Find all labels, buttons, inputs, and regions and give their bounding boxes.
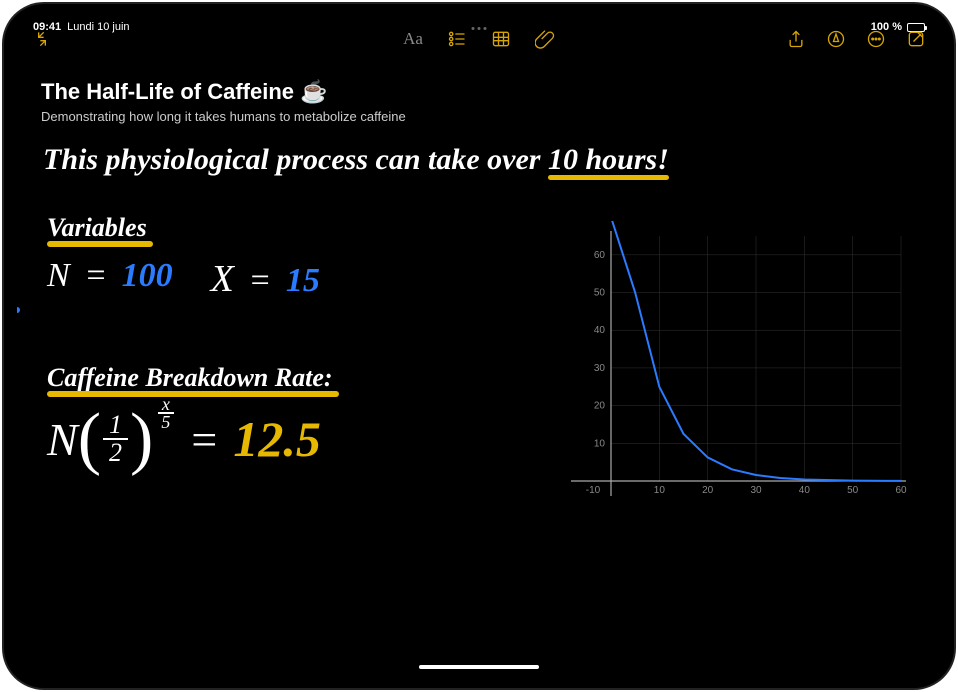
svg-text:-10: -10 [586, 485, 601, 496]
svg-text:50: 50 [594, 288, 606, 299]
formula: N ( 1 2 ) x 5 = 12.5 [47, 409, 333, 469]
var-n-value: 100 [122, 257, 173, 294]
svg-text:30: 30 [594, 363, 606, 374]
note-subtitle: Demonstrating how long it takes humans t… [41, 109, 917, 124]
note-canvas[interactable]: The Half-Life of Caffeine ☕ Demonstratin… [17, 43, 941, 651]
svg-text:60: 60 [594, 250, 606, 261]
handwriting-headline: This physiological process can take over… [43, 143, 669, 177]
svg-text:40: 40 [799, 485, 811, 496]
screen: 09:41 Lundi 10 juin 100 % [17, 17, 941, 675]
var-x-value: 15 [286, 262, 320, 299]
formula-result: 12.5 [233, 410, 321, 468]
status-date: Lundi 10 juin [67, 21, 129, 33]
coffee-emoji: ☕ [300, 79, 327, 105]
svg-text:20: 20 [594, 401, 606, 412]
var-x-symbol: X [211, 258, 234, 300]
var-n-symbol: N [47, 257, 70, 294]
app-toolbar: Aa [17, 33, 941, 43]
variables-section: Variables N = 100 X = 15 [47, 213, 320, 301]
svg-text:60: 60 [895, 485, 907, 496]
decay-chart: 10 20 30 40 50 60 10 20 30 40 50 60 -10 [561, 221, 911, 501]
variables-heading: Variables [47, 213, 147, 243]
svg-text:50: 50 [847, 485, 859, 496]
svg-text:10: 10 [654, 485, 666, 496]
highlight-10-hours: 10 hours! [548, 143, 669, 176]
note-title: The Half-Life of Caffeine ☕ [41, 79, 917, 105]
svg-text:10: 10 [594, 438, 606, 449]
svg-text:30: 30 [750, 485, 762, 496]
rate-section: Caffeine Breakdown Rate: N ( 1 2 ) x 5 =… [47, 363, 333, 469]
svg-text:20: 20 [702, 485, 714, 496]
svg-text:40: 40 [594, 325, 606, 336]
home-indicator[interactable] [419, 665, 539, 669]
ipad-frame: 09:41 Lundi 10 juin 100 % [4, 4, 954, 688]
rate-heading: Caffeine Breakdown Rate: [47, 363, 333, 393]
